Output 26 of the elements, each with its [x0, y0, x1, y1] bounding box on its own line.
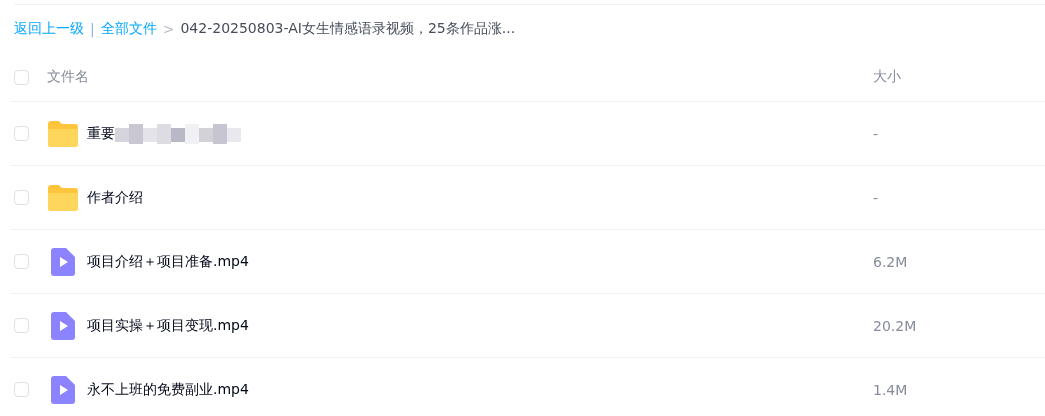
file-size: - — [873, 125, 879, 142]
file-name[interactable]: 项目实操＋项目变现.mp4 — [87, 316, 249, 335]
file-name[interactable]: 作者介绍 — [87, 188, 143, 207]
file-size: 1.4M — [873, 381, 908, 398]
row-checkbox[interactable] — [14, 190, 29, 205]
file-size: - — [873, 189, 879, 206]
column-header[interactable]: 文件名 — [47, 68, 89, 86]
select-all-checkbox[interactable] — [14, 69, 29, 85]
video-file-icon — [51, 247, 75, 276]
file-name[interactable]: 重要 — [87, 124, 115, 143]
row-checkbox[interactable] — [14, 126, 29, 141]
current-folder: 042-20250803-AI女生情感语录视频，25条作品涨... — [180, 20, 516, 38]
video-file-icon — [51, 375, 75, 404]
file-size: 6.2M — [873, 253, 908, 270]
folder-icon — [48, 120, 78, 147]
breadcrumb-arrow: > — [162, 21, 175, 37]
folder-icon — [48, 184, 78, 211]
video-file-icon — [51, 311, 75, 340]
column-header[interactable]: 大小 — [873, 68, 901, 86]
row-checkbox[interactable] — [14, 382, 29, 397]
file-name[interactable]: 永不上班的免费副业.mp4 — [87, 380, 249, 399]
file-name[interactable]: 项目介绍＋项目准备.mp4 — [87, 252, 249, 271]
separator: | — [90, 21, 95, 37]
file-size: 20.2M — [873, 317, 917, 334]
row-checkbox[interactable] — [14, 318, 29, 333]
row-checkbox[interactable] — [14, 254, 29, 269]
